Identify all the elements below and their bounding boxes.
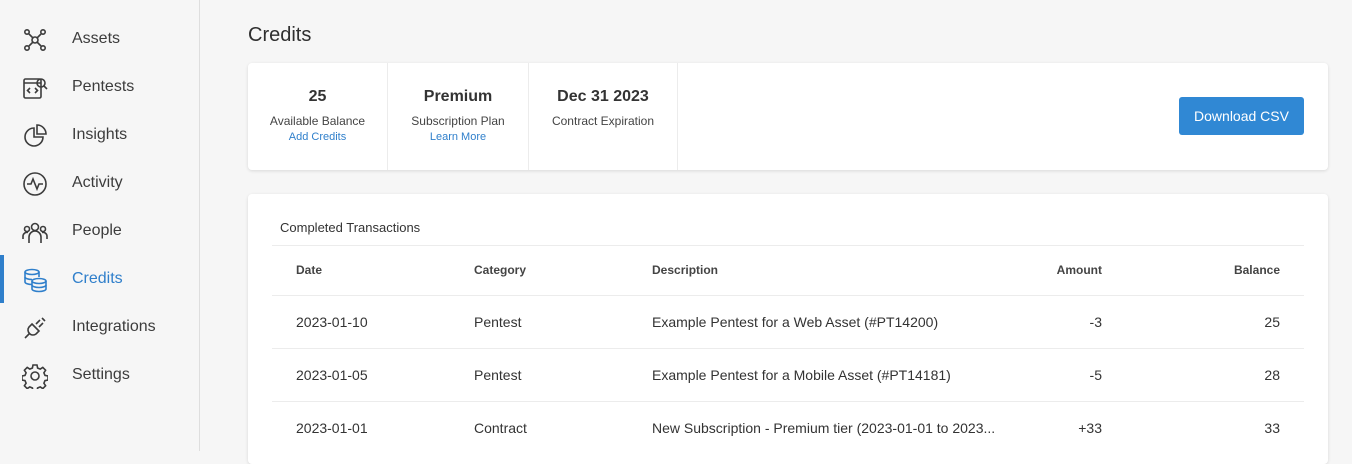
main-content: Credits 25 Available Balance Add Credits… [200,0,1352,464]
plug-icon [22,315,48,341]
cell-category: Pentest [474,367,522,383]
cell-category: Pentest [474,314,522,330]
sidebar-item-label: Settings [72,366,130,383]
expiration-label: Contract Expiration [551,114,655,128]
cell-amount: +33 [1078,420,1102,436]
gear-icon [22,363,48,389]
expiration-value: Dec 31 2023 [557,88,649,105]
cell-description: New Subscription - Premium tier (2023-01… [652,420,996,436]
pentest-code-icon [22,75,48,101]
credits-summary-card: 25 Available Balance Add Credits Premium… [248,63,1328,170]
people-icon [22,219,48,245]
cell-amount: -3 [1089,314,1102,330]
column-header-date[interactable]: Date [296,246,322,295]
subscription-plan-stat: Premium Subscription Plan Learn More [388,63,529,170]
coins-stack-icon [22,267,48,293]
cell-date: 2023-01-10 [296,314,368,330]
table-row[interactable]: 2023-01-10 Pentest Example Pentest for a… [272,295,1304,348]
sidebar-item-label: People [72,222,122,239]
cell-category: Contract [474,420,527,436]
sidebar: Assets Pentests Insights Activity People… [0,0,200,451]
sidebar-item-label: Integrations [72,318,156,335]
contract-expiration-stat: Dec 31 2023 Contract Expiration [529,63,678,170]
sidebar-item-pentests[interactable]: Pentests [0,63,199,111]
cell-balance: 25 [1264,314,1280,330]
table-row[interactable]: 2023-01-01 Contract New Subscription - P… [272,401,1304,454]
add-credits-link[interactable]: Add Credits [248,131,387,143]
cell-amount: -5 [1089,367,1102,383]
transactions-title: Completed Transactions [280,220,421,235]
plan-value: Premium [423,88,493,105]
transactions-card: Completed Transactions Date Category Des… [248,194,1328,464]
sidebar-item-activity[interactable]: Activity [0,159,199,207]
sidebar-item-credits[interactable]: Credits [0,255,199,303]
sidebar-item-label: Insights [72,126,128,143]
sidebar-item-settings[interactable]: Settings [0,351,199,399]
network-nodes-icon [22,27,48,53]
cell-date: 2023-01-05 [296,367,368,383]
sidebar-item-insights[interactable]: Insights [0,111,199,159]
sidebar-item-label: Pentests [72,78,135,95]
cell-balance: 28 [1264,367,1280,383]
learn-more-link[interactable]: Learn More [388,131,528,143]
plan-label: Subscription Plan [411,114,505,128]
sidebar-item-people[interactable]: People [0,207,199,255]
pulse-icon [22,171,48,197]
balance-value: 25 [308,88,327,105]
table-row[interactable]: 2023-01-05 Pentest Example Pentest for a… [272,348,1304,401]
table-header-row: Date Category Description Amount Balance [272,245,1304,295]
transactions-table: Date Category Description Amount Balance… [272,245,1304,454]
download-csv-button[interactable]: Download CSV [1179,97,1304,135]
cell-balance: 33 [1264,420,1280,436]
page-title: Credits [248,24,312,46]
column-header-description[interactable]: Description [652,246,718,295]
sidebar-item-label: Assets [72,30,121,47]
sidebar-item-label: Activity [72,174,123,191]
available-balance-stat: 25 Available Balance Add Credits [248,63,388,170]
column-header-amount[interactable]: Amount [1057,246,1102,295]
sidebar-item-integrations[interactable]: Integrations [0,303,199,351]
column-header-balance[interactable]: Balance [1234,246,1280,295]
active-indicator [0,255,4,303]
cell-date: 2023-01-01 [296,420,368,436]
cell-description: Example Pentest for a Mobile Asset (#PT1… [652,367,951,383]
column-header-category[interactable]: Category [474,246,526,295]
cell-description: Example Pentest for a Web Asset (#PT1420… [652,314,939,330]
pie-chart-icon [22,123,48,149]
sidebar-item-label: Credits [72,270,123,287]
balance-label: Available Balance [269,114,366,128]
sidebar-item-assets[interactable]: Assets [0,15,199,63]
